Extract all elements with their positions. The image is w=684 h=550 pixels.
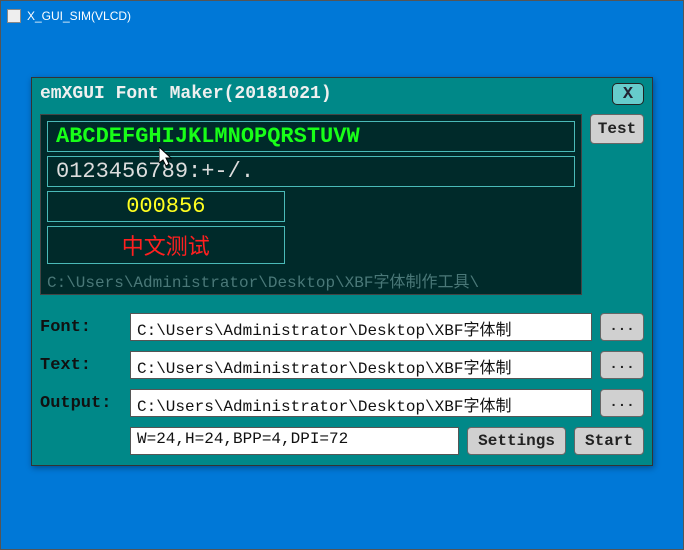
settings-button[interactable]: Settings [467, 427, 566, 455]
text-browse-button[interactable]: ... [600, 351, 644, 379]
start-button[interactable]: Start [574, 427, 644, 455]
test-button[interactable]: Test [590, 114, 644, 144]
form-area: Font: C:\Users\Administrator\Desktop\XBF… [32, 301, 652, 465]
output-row: Output: C:\Users\Administrator\Desktop\X… [40, 389, 644, 417]
close-icon: X [623, 85, 633, 104]
preview-block: ABCDEFGHIJKLMNOPQRSTUVW 0123456789:+-/. … [40, 114, 644, 295]
os-titlebar: X_GUI_SIM(VLCD) [1, 1, 683, 31]
sample-digits: 0123456789:+-/. [47, 156, 575, 187]
sample-alpha: ABCDEFGHIJKLMNOPQRSTUVW [47, 121, 575, 152]
params-row: W=24,H=24,BPP=4,DPI=72 Settings Start [40, 427, 644, 455]
sample-number: 000856 [47, 191, 285, 222]
app-title: emXGUI Font Maker(20181021) [40, 84, 332, 104]
app-titlebar[interactable]: emXGUI Font Maker(20181021) X [32, 78, 652, 110]
params-input[interactable]: W=24,H=24,BPP=4,DPI=72 [130, 427, 459, 455]
output-browse-button[interactable]: ... [600, 389, 644, 417]
sample-cjk: 中文测试 [47, 226, 285, 264]
text-input[interactable]: C:\Users\Administrator\Desktop\XBF字体制 [130, 351, 592, 379]
output-input[interactable]: C:\Users\Administrator\Desktop\XBF字体制 [130, 389, 592, 417]
close-button[interactable]: X [612, 83, 644, 105]
text-label: Text: [40, 356, 122, 375]
font-label: Font: [40, 318, 122, 337]
preview-panel: ABCDEFGHIJKLMNOPQRSTUVW 0123456789:+-/. … [40, 114, 582, 295]
app-window: emXGUI Font Maker(20181021) X ABCDEFGHIJ… [31, 77, 653, 466]
sim-canvas: emXGUI Font Maker(20181021) X ABCDEFGHIJ… [1, 31, 683, 549]
font-browse-button[interactable]: ... [600, 313, 644, 341]
font-input[interactable]: C:\Users\Administrator\Desktop\XBF字体制 [130, 313, 592, 341]
font-row: Font: C:\Users\Administrator\Desktop\XBF… [40, 313, 644, 341]
text-row: Text: C:\Users\Administrator\Desktop\XBF… [40, 351, 644, 379]
preview-path: C:\Users\Administrator\Desktop\XBF字体制作工具… [47, 268, 575, 292]
os-window-title: X_GUI_SIM(VLCD) [27, 9, 131, 23]
app-icon [7, 9, 21, 23]
output-label: Output: [40, 394, 122, 413]
